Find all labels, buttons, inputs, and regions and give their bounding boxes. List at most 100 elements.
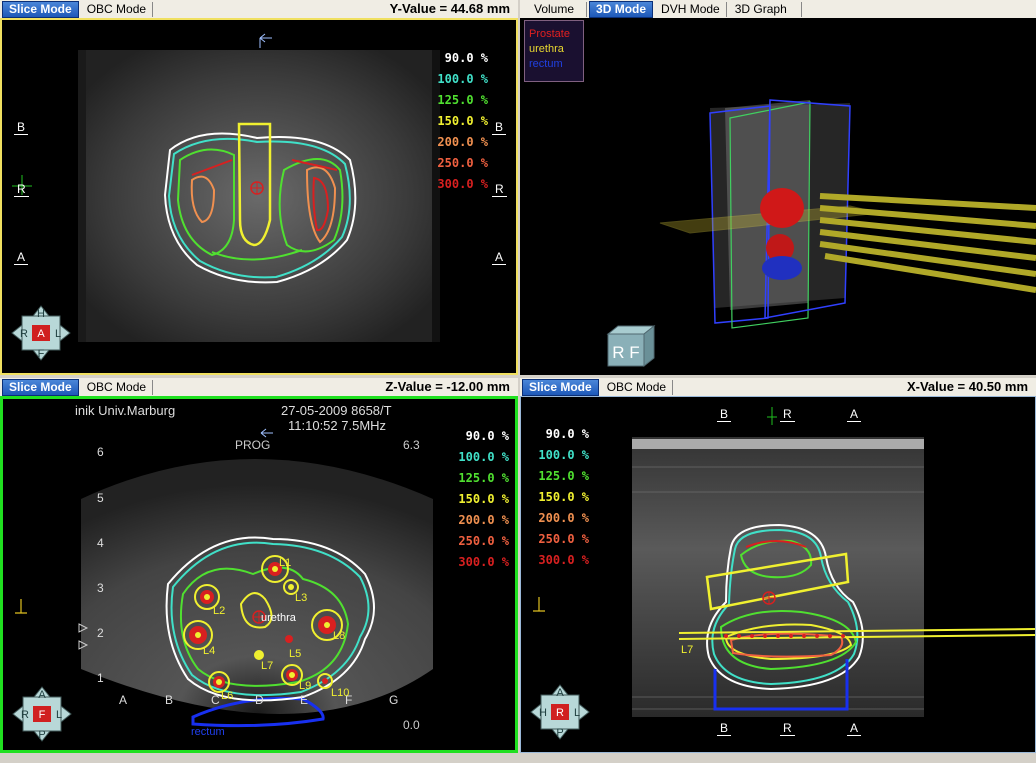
x-tick-c: C	[211, 693, 220, 707]
y-tick-5: 5	[97, 491, 104, 505]
y-tick-4: 4	[97, 536, 104, 550]
isodose-250-b: 250.0 %	[458, 534, 509, 548]
isodose-100-c: 100.0 %	[538, 448, 589, 462]
dir-label-a-right: A	[492, 250, 507, 265]
panel-bottom-left: Slice Mode OBC Mode Z-Value = -12.00 mm	[0, 378, 518, 753]
needle-label-l2: L2	[213, 605, 225, 617]
x-tick-b: B	[165, 693, 173, 707]
us-header-institution: inik Univ.Marburg	[75, 403, 175, 418]
isodose-150: 150.0 %	[437, 114, 488, 128]
nav-right-3: L	[574, 707, 580, 719]
tab-slice-mode-3[interactable]: Slice Mode	[522, 378, 599, 396]
y-value-readout: Y-Value = 44.68 mm	[389, 1, 510, 16]
tab-obc-mode-2[interactable]: OBC Mode	[81, 379, 154, 395]
sagittal-view[interactable]: H R A L F B R A B R A 90.0 % 100.0 % 125…	[0, 18, 518, 375]
us-prog-label: PROG	[235, 438, 270, 452]
dir-label-b-right: B	[492, 120, 507, 135]
coronal-image: A H R L P L7	[530, 407, 1035, 740]
nav-top: H	[37, 308, 45, 320]
isodose-legend-2: 90.0 % 100.0 % 125.0 % 150.0 % 200.0 % 2…	[449, 426, 509, 573]
isodose-100: 100.0 %	[437, 72, 488, 86]
tab-slice-mode-2[interactable]: Slice Mode	[2, 378, 79, 396]
isodose-150-c: 150.0 %	[538, 490, 589, 504]
dir-bot-a: A	[847, 721, 862, 736]
isodose-200-b: 200.0 %	[458, 513, 509, 527]
y-tick-1: 1	[97, 671, 104, 685]
x-tick-e: E	[300, 693, 308, 707]
x-tick-g: G	[389, 693, 398, 707]
x-value-readout: X-Value = 40.50 mm	[906, 379, 1028, 394]
needle-label-l1: L1	[279, 557, 291, 569]
3d-view[interactable]: Prostate urethra rectum R F	[520, 18, 1036, 375]
dir-top-a: A	[847, 407, 862, 422]
nav-center-3: R	[556, 707, 564, 719]
tab-3d-graph[interactable]: 3D Graph	[729, 1, 802, 17]
needle-label-l7: L7	[261, 660, 273, 672]
nav-top-2: A	[38, 689, 46, 701]
nav-right-2: L	[56, 709, 62, 721]
isodose-300-c: 300.0 %	[538, 553, 589, 567]
isodose-90-b: 90.0 %	[465, 429, 509, 443]
us-header-time: 11:10:52 7.5MHz	[288, 418, 386, 433]
y-tick-6: 6	[97, 445, 104, 459]
panel-top-right: Volume 3D Mode DVH Mode 3D Graph Prostat…	[520, 0, 1036, 375]
isodose-90-c: 90.0 %	[545, 427, 589, 441]
urethra-label: urethra	[261, 612, 297, 624]
us-depth-zero: 0.0	[403, 718, 420, 732]
y-tick-3: 3	[97, 581, 104, 595]
tab-obc-mode[interactable]: OBC Mode	[81, 1, 154, 17]
nav-center-2: F	[39, 709, 46, 721]
isodose-300-b: 300.0 %	[458, 555, 509, 569]
nav-right: L	[55, 328, 61, 340]
isodose-200: 200.0 %	[437, 135, 488, 149]
needle-label-l5: L5	[289, 648, 301, 660]
tab-slice-mode[interactable]: Slice Mode	[2, 0, 79, 18]
us-depth: 6.3	[403, 438, 420, 452]
orientation-cube-label: R F	[612, 343, 639, 362]
isodose-legend-3: 90.0 % 100.0 % 125.0 % 150.0 % 200.0 % 2…	[529, 424, 589, 571]
tab-volume[interactable]: Volume	[522, 1, 588, 17]
tab-3d-mode[interactable]: 3D Mode	[589, 0, 654, 18]
status-bar	[0, 753, 1036, 763]
tab-dvh-mode[interactable]: DVH Mode	[655, 1, 727, 17]
rectum-label: rectum	[191, 726, 225, 738]
isodose-125-c: 125.0 %	[538, 469, 589, 483]
dir-label-r: R	[14, 182, 29, 197]
nav-left-2: R	[21, 709, 29, 721]
nav-bottom: F	[38, 348, 45, 360]
dir-label-r-right: R	[492, 182, 507, 197]
tab-obc-mode-3[interactable]: OBC Mode	[601, 379, 674, 395]
isodose-150-b: 150.0 %	[458, 492, 509, 506]
dir-bot-r: R	[780, 721, 795, 736]
isodose-125: 125.0 %	[437, 93, 488, 107]
isodose-100-b: 100.0 %	[458, 450, 509, 464]
coronal-view[interactable]: A H R L P L7 B R A B R A 90.0 % 100.0 % …	[520, 396, 1036, 753]
isodose-250: 250.0 %	[437, 156, 488, 170]
x-tick-a: A	[119, 693, 127, 707]
dir-label-b: B	[14, 120, 29, 135]
nav-center: A	[37, 328, 45, 340]
isodose-125-b: 125.0 %	[458, 471, 509, 485]
isodose-300: 300.0 %	[437, 177, 488, 191]
isodose-legend: 90.0 % 100.0 % 125.0 % 150.0 % 200.0 % 2…	[432, 48, 488, 195]
needle-label-l6: L6	[221, 690, 233, 702]
3d-scene: R F	[606, 99, 1036, 368]
toolbar-top-right: Volume 3D Mode DVH Mode 3D Graph	[520, 0, 1036, 19]
axial-image: A R F L P inik Univ.Marburg 27-05-2009 8…	[12, 403, 433, 749]
dir-top-b: B	[717, 407, 732, 422]
x-tick-d: D	[255, 693, 264, 707]
needle-label-l7-coronal: L7	[681, 644, 693, 656]
y-tick-2: 2	[97, 626, 104, 640]
dir-top-r: R	[780, 407, 795, 422]
needle-label-l4: L4	[203, 645, 215, 657]
needle-label-l9: L9	[299, 680, 311, 692]
panel-top-left: Slice Mode OBC Mode Y-Value = 44.68 mm H…	[0, 0, 518, 375]
z-value-readout: Z-Value = -12.00 mm	[385, 379, 510, 394]
dir-label-a: A	[14, 250, 29, 265]
axial-view[interactable]: A R F L P inik Univ.Marburg 27-05-2009 8…	[0, 396, 518, 753]
nav-left-3: H	[539, 707, 547, 719]
isodose-200-c: 200.0 %	[538, 511, 589, 525]
nav-top-3: A	[556, 687, 564, 699]
panel-bottom-right: Slice Mode OBC Mode X-Value = 40.50 mm A…	[520, 378, 1036, 753]
nav-left: R	[20, 328, 28, 340]
